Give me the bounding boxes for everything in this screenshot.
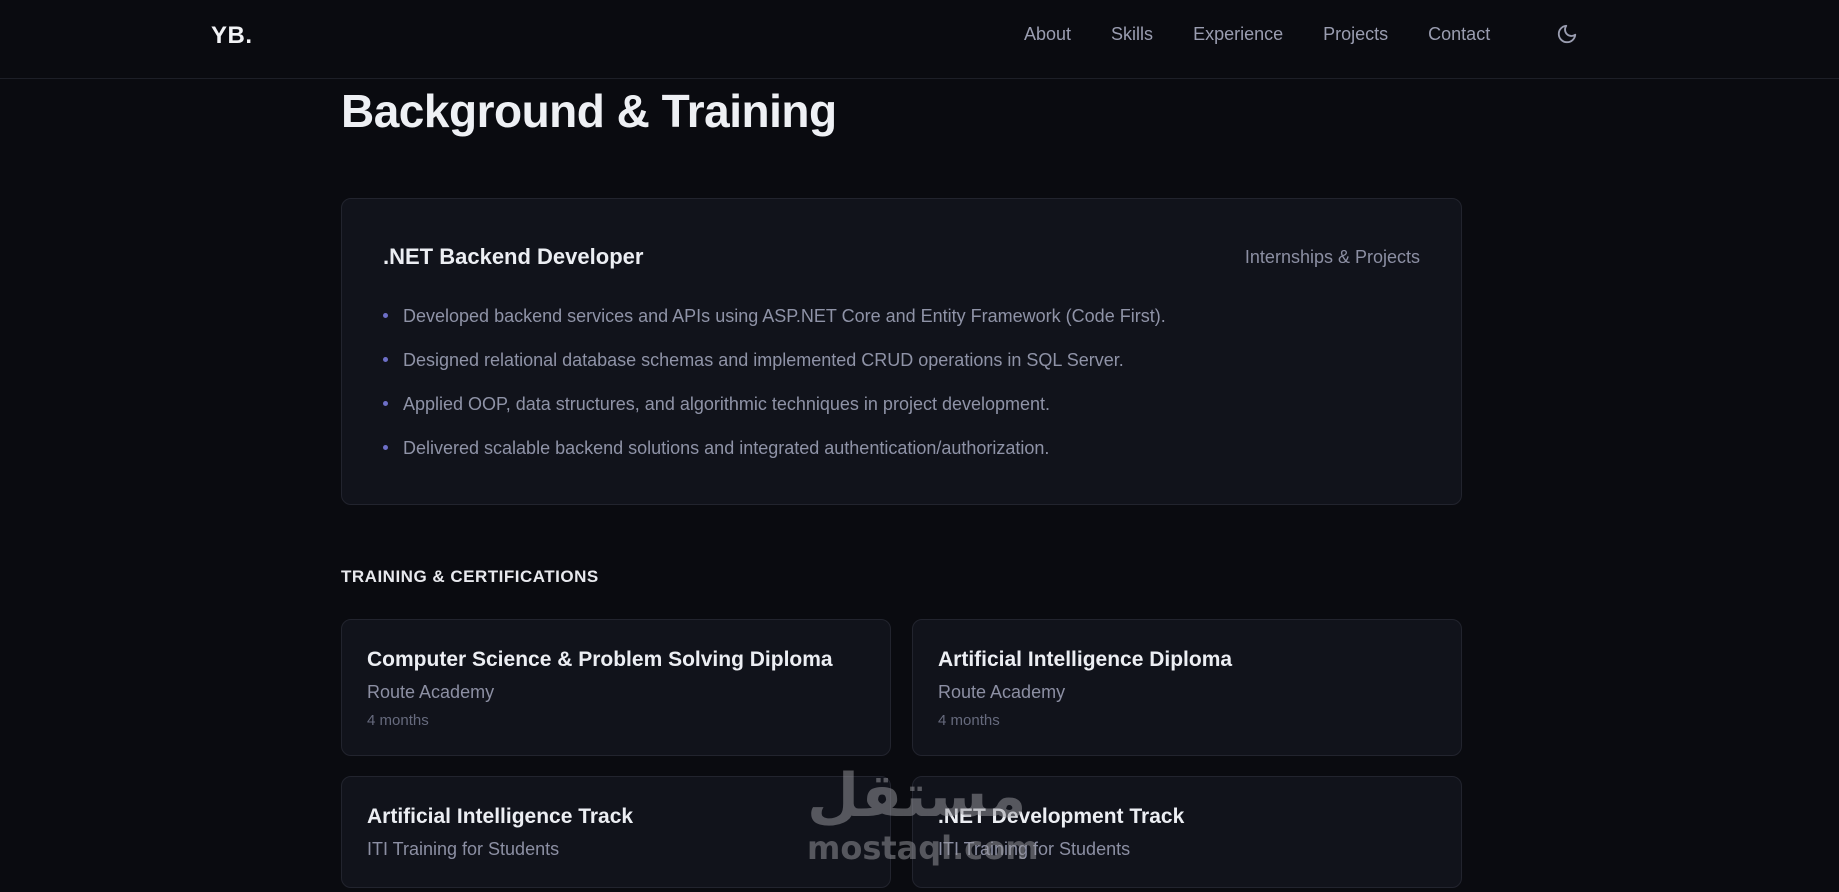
cert-title: Artificial Intelligence Track <box>367 805 634 828</box>
experience-bullet-list: Developed backend services and APIs usin… <box>383 305 1166 481</box>
top-navbar: YB. About Skills Experience Projects Con… <box>0 0 1839 79</box>
cert-title: Computer Science & Problem Solving Diplo… <box>367 648 833 671</box>
experience-bullet-text: Delivered scalable backend solutions and… <box>403 438 1050 458</box>
cert-duration: 4 months <box>367 712 429 729</box>
nav-link-experience[interactable]: Experience <box>1193 24 1283 45</box>
nav-link-contact[interactable]: Contact <box>1428 24 1490 45</box>
cert-card: Computer Science & Problem Solving Diplo… <box>341 619 891 756</box>
bullet-dot-icon <box>383 401 388 406</box>
moon-icon <box>1557 24 1577 44</box>
cert-title: Artificial Intelligence Diploma <box>938 648 1233 671</box>
cert-org: Route Academy <box>938 682 1066 702</box>
nav-links: About Skills Experience Projects Contact <box>1024 24 1490 45</box>
experience-bullet-item: Applied OOP, data structures, and algori… <box>383 393 1166 437</box>
cert-org: ITI Training for Students <box>938 839 1131 859</box>
experience-card: .NET Backend Developer Internships & Pro… <box>341 198 1462 505</box>
experience-bullet-text: Applied OOP, data structures, and algori… <box>403 394 1051 414</box>
experience-bullet-item: Designed relational database schemas and… <box>383 349 1166 393</box>
cert-card: .NET Development Track ITI Training for … <box>912 776 1462 888</box>
cert-card: Artificial Intelligence Diploma Route Ac… <box>912 619 1462 756</box>
site-logo[interactable]: YB. <box>211 22 253 50</box>
cert-duration: 4 months <box>938 712 1000 729</box>
nav-link-skills[interactable]: Skills <box>1111 24 1153 45</box>
experience-bullet-text: Developed backend services and APIs usin… <box>403 306 1166 326</box>
experience-title: .NET Backend Developer <box>383 244 644 269</box>
experience-meta: Internships & Projects <box>1244 247 1420 267</box>
theme-toggle-button[interactable] <box>1556 23 1578 45</box>
bullet-dot-icon <box>383 445 388 450</box>
cert-title: .NET Development Track <box>938 805 1185 828</box>
cert-org: Route Academy <box>367 682 495 702</box>
nav-link-projects[interactable]: Projects <box>1323 24 1388 45</box>
bullet-dot-icon <box>383 357 388 362</box>
cert-org: ITI Training for Students <box>367 839 560 859</box>
training-heading: TRAINING & CERTIFICATIONS <box>341 567 599 586</box>
cert-card: Artificial Intelligence Track ITI Traini… <box>341 776 891 888</box>
section-title: Background & Training <box>341 85 837 137</box>
experience-bullet-item: Delivered scalable backend solutions and… <box>383 437 1166 481</box>
experience-bullet-text: Designed relational database schemas and… <box>403 350 1124 370</box>
experience-bullet-item: Developed backend services and APIs usin… <box>383 305 1166 349</box>
bullet-dot-icon <box>383 313 388 318</box>
nav-link-about[interactable]: About <box>1024 24 1071 45</box>
